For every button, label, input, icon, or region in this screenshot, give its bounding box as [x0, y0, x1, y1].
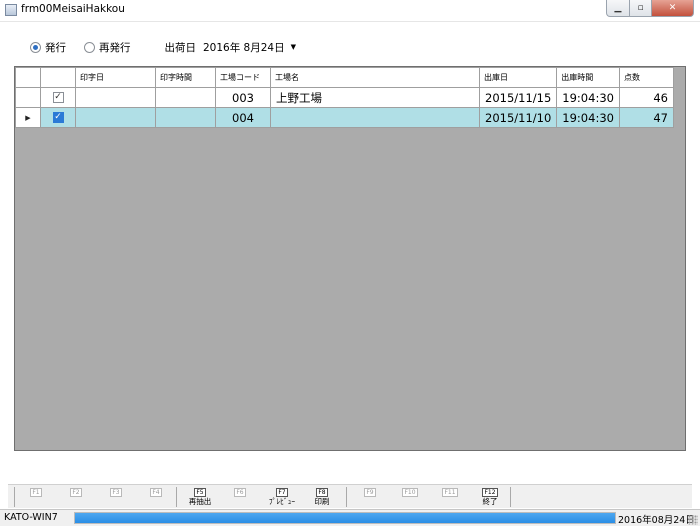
print-time-cell[interactable]	[155, 107, 216, 128]
out-time-cell[interactable]: 19:04:30	[556, 107, 620, 128]
table-row[interactable]: ▶ ✓ 004 2015/11/10 19:04:30 47	[15, 107, 674, 128]
check-cell[interactable]: ✓	[40, 107, 76, 128]
row-checkbox[interactable]: ✓	[52, 92, 64, 103]
grid-header-row: 印字日 印字時間 工場コード 工場名 出庫日 出庫時間 点数	[15, 67, 674, 88]
ship-date-label: 出荷日	[164, 41, 197, 54]
form-icon	[5, 4, 17, 16]
f5-reextract-button[interactable]: F5 再抽出	[180, 486, 220, 508]
f8-print-button[interactable]: F8 印刷	[302, 486, 342, 508]
grid-table: 印字日 印字時間 工場コード 工場名 出庫日 出庫時間 点数 ✓ 003 上野工…	[15, 67, 674, 128]
maximize-icon[interactable]: ▫	[630, 0, 652, 17]
column-header-check[interactable]	[40, 67, 76, 88]
column-header-out-time[interactable]: 出庫時間	[556, 67, 620, 88]
column-header-count[interactable]: 点数	[618, 67, 674, 88]
row-header-corner	[15, 67, 41, 88]
minimize-icon[interactable]: ▁	[606, 0, 630, 17]
print-time-cell[interactable]	[155, 87, 216, 108]
row-header[interactable]: ▶	[15, 107, 41, 128]
f12-exit-button[interactable]: F12 終了	[470, 486, 510, 508]
factory-name-cell[interactable]	[270, 107, 480, 128]
issue-radio[interactable]	[30, 41, 41, 53]
factory-code-cell[interactable]: 004	[215, 107, 271, 128]
f7-preview-button[interactable]: F7 ﾌﾟﾚﾋﾞｭｰ	[262, 486, 302, 508]
resize-grip-icon[interactable]	[688, 515, 698, 525]
reissue-radio[interactable]	[84, 41, 95, 53]
status-bar: KATO-WIN7 2016年08月24日	[0, 509, 700, 526]
current-row-icon: ▶	[25, 113, 31, 122]
f4-button[interactable]: F4	[136, 486, 176, 508]
f1-button[interactable]: F1	[16, 486, 56, 508]
function-key-separator	[14, 487, 15, 507]
out-date-cell[interactable]: 2015/11/15	[478, 87, 558, 108]
data-grid[interactable]: 印字日 印字時間 工場コード 工場名 出庫日 出庫時間 点数 ✓ 003 上野工…	[14, 66, 686, 451]
count-cell[interactable]: 47	[618, 107, 674, 128]
row-header[interactable]	[15, 87, 41, 108]
function-key-bar: F1 F2 F3 F4 F5 再抽出 F6 F7 ﾌﾟﾚﾋﾞｭｰ F8 印刷 F9 F…	[8, 484, 692, 508]
filter-bar: 発行 再発行 出荷日 2016年 8月24日 ▼	[30, 38, 299, 56]
issue-radio-label[interactable]: 発行	[45, 40, 66, 55]
ship-date-value: 2016年 8月24日	[203, 41, 285, 54]
out-time-cell[interactable]: 19:04:30	[556, 87, 620, 108]
print-date-cell[interactable]	[75, 87, 156, 108]
host-name: KATO-WIN7	[4, 512, 58, 523]
reissue-radio-label[interactable]: 再発行	[99, 40, 131, 55]
factory-code-cell[interactable]: 003	[215, 87, 271, 108]
table-row[interactable]: ✓ 003 上野工場 2015/11/15 19:04:30 46	[15, 87, 674, 108]
close-icon[interactable]: ✕	[652, 0, 694, 17]
function-key-separator	[176, 487, 177, 507]
row-checkbox[interactable]: ✓	[52, 112, 64, 123]
progress-fill	[75, 513, 615, 523]
factory-name-cell[interactable]: 上野工場	[270, 87, 480, 108]
f9-button[interactable]: F9	[350, 486, 390, 508]
column-header-factory-code[interactable]: 工場コード	[215, 67, 271, 88]
chevron-down-icon[interactable]: ▼	[291, 43, 296, 51]
title-bar: frm00MeisaiHakkou ▁ ▫ ✕	[0, 0, 700, 22]
check-cell[interactable]: ✓	[40, 87, 76, 108]
progress-bar	[74, 512, 616, 524]
print-date-cell[interactable]	[75, 107, 156, 128]
window-controls: ▁ ▫ ✕	[606, 0, 694, 17]
f11-button[interactable]: F11	[430, 486, 470, 508]
function-key-separator	[346, 487, 347, 507]
f3-button[interactable]: F3	[96, 486, 136, 508]
out-date-cell[interactable]: 2015/11/10	[478, 107, 558, 128]
column-header-print-date[interactable]: 印字日	[75, 67, 156, 88]
status-date: 2016年08月24日	[618, 515, 695, 526]
column-header-factory-name[interactable]: 工場名	[270, 67, 480, 88]
column-header-out-date[interactable]: 出庫日	[478, 67, 558, 88]
f6-button[interactable]: F6	[220, 486, 260, 508]
window-title: frm00MeisaiHakkou	[21, 3, 125, 15]
ship-date-picker[interactable]: 2016年 8月24日 ▼	[200, 39, 299, 55]
f10-button[interactable]: F10	[390, 486, 430, 508]
count-cell[interactable]: 46	[618, 87, 674, 108]
column-header-print-time[interactable]: 印字時間	[155, 67, 216, 88]
function-key-separator	[510, 487, 511, 507]
f2-button[interactable]: F2	[56, 486, 96, 508]
